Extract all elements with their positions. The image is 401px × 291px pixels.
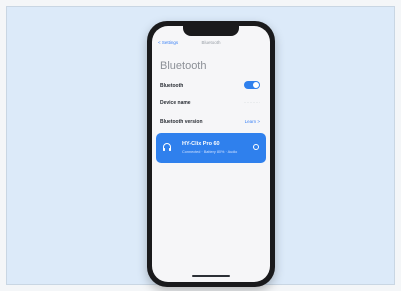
home-indicator [192,275,230,277]
bluetooth-version-label: Bluetooth version [160,119,203,125]
bluetooth-version-row[interactable]: Bluetooth version Learn > [160,116,264,128]
paired-device-row[interactable]: HY-Clix Pro 60 Connected · Battery 80% ·… [156,133,266,163]
bluetooth-row: Bluetooth [160,80,264,92]
device-name: HY-Clix Pro 60 [182,141,220,147]
page-title: Bluetooth [160,60,207,72]
learn-link[interactable]: Learn > [245,119,260,124]
info-icon[interactable] [253,144,259,150]
toggle-knob [253,82,259,88]
headphones-icon [163,143,171,151]
device-status: Connected · Battery 80% · Audio [182,150,238,154]
device-name-row[interactable]: Device name ··········· [160,97,264,109]
screenshot-frame: < Settings Bluetooth Bluetooth Bluetooth… [6,6,395,287]
bluetooth-toggle[interactable] [244,81,260,89]
navigation-bar: < Settings Bluetooth [152,38,270,48]
device-name-value: ··········· [243,100,260,105]
bluetooth-label: Bluetooth [160,83,184,89]
phone-mockup: < Settings Bluetooth Bluetooth Bluetooth… [147,21,275,287]
device-name-label: Device name [160,100,191,106]
phone-notch [183,26,239,36]
nav-title: Bluetooth [201,40,221,45]
phone-screen: < Settings Bluetooth Bluetooth Bluetooth… [152,26,270,282]
